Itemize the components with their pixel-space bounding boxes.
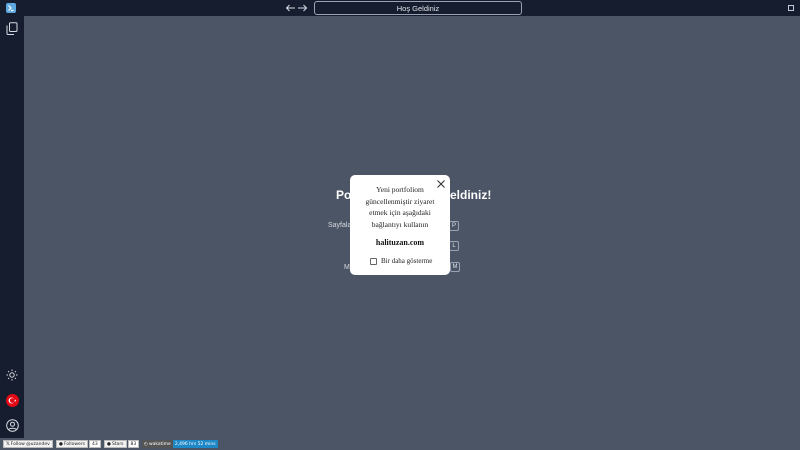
github-stars-badge[interactable]: ● Stars 83	[104, 440, 140, 448]
wakatime-value: 2,496 hrs 52 mins	[172, 440, 218, 448]
checkbox-label: Bir daha gösterme	[381, 257, 433, 265]
welcome-heading-end: eldiniz!	[450, 188, 492, 202]
x-logo-icon: 𝕏	[6, 441, 10, 447]
wakatime-label: wakatime	[148, 441, 171, 447]
maximize-button[interactable]	[788, 5, 794, 11]
window-title[interactable]: Hoş Geldiniz	[314, 1, 522, 15]
copy-files-icon[interactable]	[5, 21, 19, 35]
back-arrow-icon[interactable]	[284, 2, 296, 14]
modal-message: Yeni portfoliom güncellenmiştir ziyaret …	[365, 185, 435, 229]
dont-show-again-checkbox[interactable]: Bir daha gösterme	[370, 257, 432, 265]
github-followers-badge[interactable]: ● Followers 43	[56, 440, 101, 448]
wakatime-icon: ◴	[144, 441, 148, 447]
stars-count: 83	[127, 440, 140, 448]
portfolio-link[interactable]: halituzan.com	[350, 238, 450, 247]
app-logo-icon	[6, 3, 16, 13]
forward-arrow-icon[interactable]	[296, 2, 308, 14]
wakatime-badge[interactable]: ◴ wakatime 2,496 hrs 52 mins	[142, 440, 218, 448]
followers-count: 43	[89, 440, 101, 448]
status-bar: 𝕏 Follow @uzandev ● Followers 43 ● Stars 83…	[0, 438, 800, 450]
shortcut-key-l: L	[449, 241, 459, 251]
sidebar	[0, 16, 24, 438]
checkbox-box[interactable]	[370, 257, 377, 265]
announcement-modal: Yeni portfoliom güncellenmiştir ziyaret …	[350, 175, 450, 275]
stars-label: Stars	[111, 441, 124, 447]
sun-icon[interactable]	[5, 368, 19, 382]
github-icon: ●	[107, 441, 111, 447]
title-bar: Hoş Geldiniz	[0, 0, 800, 16]
twitter-follow-label: Follow @uzandev	[10, 441, 50, 447]
shortcut-key-p: P	[449, 221, 459, 231]
twitter-follow-badge[interactable]: 𝕏 Follow @uzandev	[3, 440, 53, 448]
user-circle-icon[interactable]	[5, 418, 19, 432]
shortcut-key-m: M	[450, 262, 460, 272]
hint-label-m: M	[344, 264, 350, 271]
followers-label: Followers	[63, 441, 86, 447]
github-icon: ●	[59, 441, 63, 447]
hint-label-pages: Sayfala	[328, 222, 352, 229]
turkey-flag-icon[interactable]	[5, 393, 19, 407]
